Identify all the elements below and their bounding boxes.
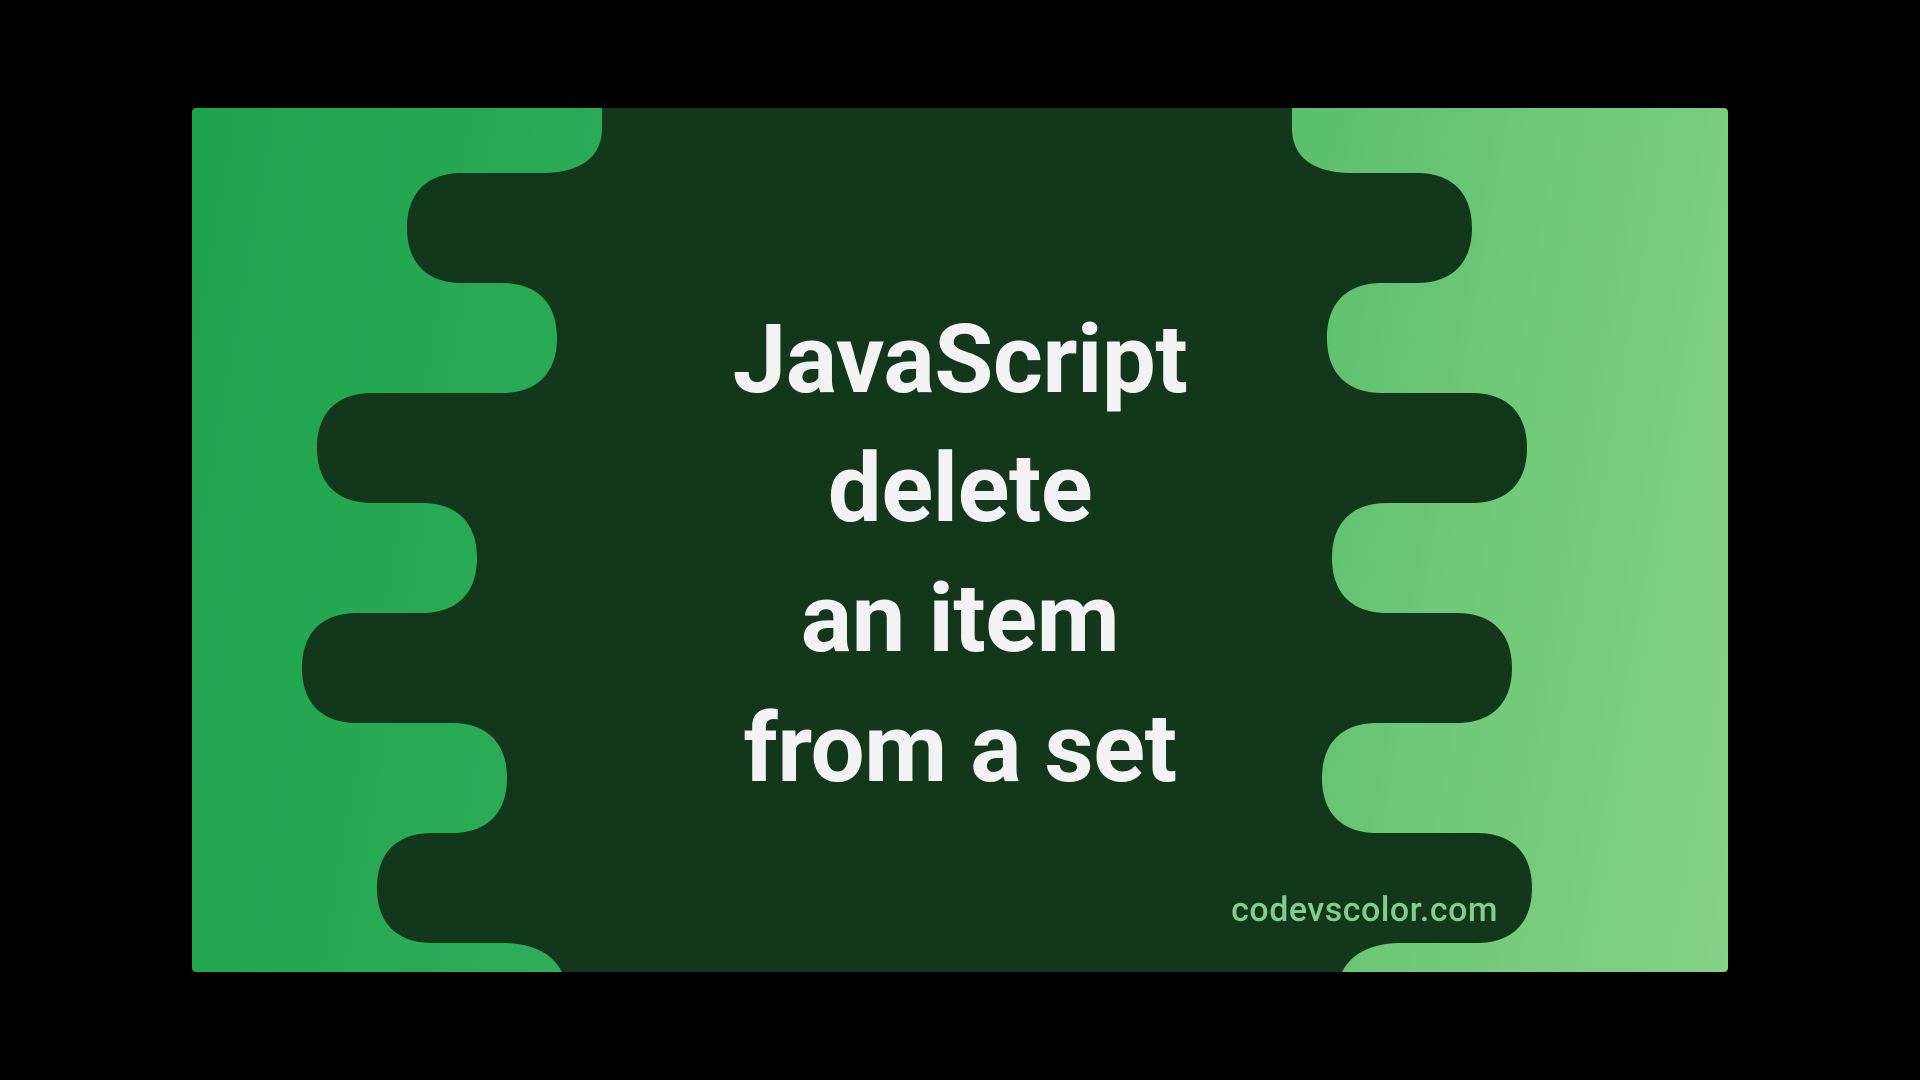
title-line-4: from a set xyxy=(733,685,1188,815)
title-line-1: JavaScript xyxy=(733,296,1188,426)
title-line-3: an item xyxy=(733,555,1188,685)
content-area: JavaScript delete an item from a set xyxy=(192,108,1728,972)
banner-title: JavaScript delete an item from a set xyxy=(733,296,1188,814)
banner-card: JavaScript delete an item from a set cod… xyxy=(192,108,1728,972)
title-line-2: delete xyxy=(733,425,1188,555)
brand-url: codevscolor.com xyxy=(1231,890,1498,930)
